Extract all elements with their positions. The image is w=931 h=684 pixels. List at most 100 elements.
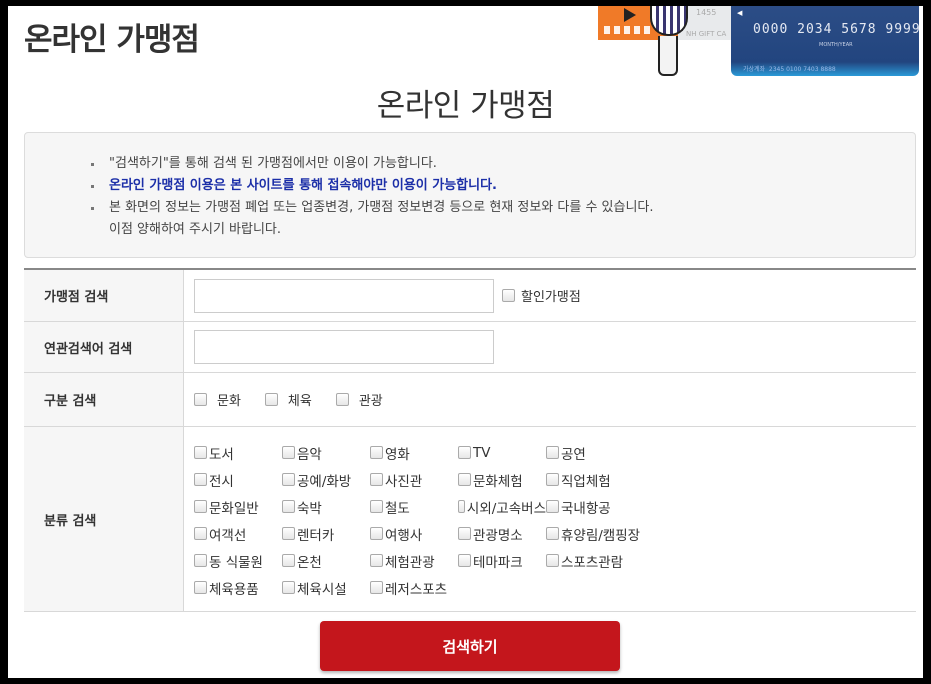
option-checkbox[interactable]: 관광 — [335, 390, 383, 409]
checkbox-icon[interactable] — [282, 446, 295, 459]
search-form: 가맹점 검색 할인가맹점 연관검색어 검색 구분 검색 문화 체육 관광 분류 검색… — [24, 268, 916, 612]
checkbox-icon[interactable] — [194, 500, 207, 513]
option-checkbox[interactable]: 여행사 — [370, 525, 458, 544]
option-checkbox[interactable]: 동 식물원 — [194, 552, 282, 571]
checkbox-icon[interactable] — [546, 554, 559, 567]
discount-merchant-checkbox[interactable]: 할인가맹점 — [502, 286, 581, 305]
option-checkbox[interactable]: 체험관광 — [370, 552, 458, 571]
merchant-search-input[interactable] — [194, 278, 494, 313]
option-checkbox[interactable]: 온천 — [282, 552, 370, 571]
discount-merchant-label: 할인가맹점 — [521, 290, 581, 305]
related-search-row: 연관검색어 검색 — [24, 322, 916, 373]
notice-box: "검색하기"를 통해 검색 된 가맹점에서만 이용이 가능합니다. 온라인 가맹점… — [24, 132, 916, 258]
option-checkbox[interactable]: 체육 — [264, 390, 312, 409]
option-checkbox[interactable]: 영화 — [370, 444, 458, 463]
checkbox-icon[interactable] — [282, 527, 295, 540]
bullet-icon — [91, 163, 94, 166]
option-label: 동 식물원 — [209, 554, 263, 571]
card-logo-icon: ◀ — [737, 9, 743, 17]
checkbox-icon[interactable] — [282, 473, 295, 486]
option-checkbox[interactable]: 스포츠관람 — [546, 552, 646, 571]
option-checkbox[interactable]: 문화일반 — [194, 498, 282, 517]
checkbox-icon[interactable] — [458, 500, 465, 513]
checkbox-icon[interactable] — [194, 473, 207, 486]
option-label: 국내항공 — [561, 500, 611, 517]
related-search-input[interactable] — [194, 330, 494, 364]
option-checkbox[interactable]: 철도 — [370, 498, 458, 517]
option-label: 문화 — [217, 394, 241, 409]
option-checkbox[interactable]: 휴양림/캠핑장 — [546, 525, 646, 544]
option-label: 스포츠관람 — [561, 554, 624, 571]
option-checkbox[interactable]: 전시 — [194, 471, 282, 490]
bullet-icon — [91, 185, 94, 188]
play-icon — [624, 8, 636, 22]
checkbox-icon[interactable] — [502, 289, 515, 302]
option-checkbox[interactable]: 음악 — [282, 444, 370, 463]
checkbox-icon[interactable] — [264, 393, 278, 406]
option-checkbox[interactable]: 테마파크 — [458, 552, 546, 571]
card-account: 가상계좌 2345 0100 7403 8888 — [743, 66, 836, 73]
option-checkbox[interactable]: 여객선 — [194, 525, 282, 544]
gift-card-top: 1455 — [696, 8, 717, 17]
checkbox-icon[interactable] — [546, 446, 559, 459]
option-checkbox[interactable]: 관광명소 — [458, 525, 546, 544]
checkbox-icon[interactable] — [546, 527, 559, 540]
option-label: 온천 — [297, 554, 322, 571]
option-label: 철도 — [385, 500, 410, 517]
merchant-search-label: 가맹점 검색 — [24, 270, 184, 321]
page-title: 온라인 가맹점 — [376, 88, 555, 124]
checkbox-icon[interactable] — [370, 581, 383, 594]
option-checkbox[interactable]: 도서 — [194, 444, 282, 463]
checkbox-icon[interactable] — [458, 527, 471, 540]
search-button[interactable]: 검색하기 — [320, 621, 620, 671]
option-checkbox[interactable]: 레저스포츠 — [370, 579, 458, 598]
checkbox-icon[interactable] — [458, 473, 471, 486]
option-label: 여행사 — [385, 527, 423, 544]
option-label: 공연 — [561, 446, 586, 463]
option-checkbox[interactable]: 숙박 — [282, 498, 370, 517]
checkbox-icon[interactable] — [370, 527, 383, 540]
option-checkbox[interactable]: 문화체험 — [458, 471, 546, 490]
option-label: 체육용품 — [209, 581, 259, 598]
checkbox-icon[interactable] — [335, 393, 349, 406]
option-label: 직업체험 — [561, 473, 611, 490]
option-checkbox[interactable]: 공연 — [546, 444, 646, 463]
option-label: 문화체험 — [473, 473, 523, 490]
option-checkbox[interactable]: 문화 — [194, 390, 241, 409]
checkbox-icon[interactable] — [458, 554, 471, 567]
checkbox-icon[interactable] — [546, 500, 559, 513]
option-checkbox[interactable]: 국내항공 — [546, 498, 646, 517]
checkbox-icon[interactable] — [370, 446, 383, 459]
checkbox-icon[interactable] — [194, 393, 207, 406]
option-checkbox[interactable]: 체육용품 — [194, 579, 282, 598]
option-checkbox[interactable]: TV — [458, 444, 546, 462]
checkbox-icon[interactable] — [194, 527, 207, 540]
checkbox-icon[interactable] — [282, 500, 295, 513]
option-checkbox[interactable]: 공예/화방 — [282, 471, 370, 490]
option-label: 숙박 — [297, 500, 322, 517]
checkbox-icon[interactable] — [282, 581, 295, 594]
bullet-icon — [91, 207, 94, 210]
checkbox-icon[interactable] — [370, 500, 383, 513]
checkbox-icon[interactable] — [194, 446, 207, 459]
checkbox-icon[interactable] — [194, 554, 207, 567]
option-checkbox[interactable]: 렌터카 — [282, 525, 370, 544]
checkbox-icon[interactable] — [194, 581, 207, 594]
merchant-search-row: 가맹점 검색 할인가맹점 — [24, 270, 916, 322]
option-label: 레저스포츠 — [385, 581, 448, 598]
option-checkbox[interactable]: 사진관 — [370, 471, 458, 490]
checkbox-icon[interactable] — [282, 554, 295, 567]
option-label: 체험관광 — [385, 554, 435, 571]
option-label: 관광 — [358, 394, 383, 409]
notice-item: "검색하기"를 통해 검색 된 가맹점에서만 이용이 가능합니다. — [91, 153, 654, 175]
notice-item: 본 화면의 정보는 가맹점 폐업 또는 업종변경, 가맹점 정보변경 등으로 현… — [91, 197, 654, 241]
option-label: 전시 — [209, 473, 234, 490]
checkbox-icon[interactable] — [370, 473, 383, 486]
option-checkbox[interactable]: 직업체험 — [546, 471, 646, 490]
checkbox-icon[interactable] — [370, 554, 383, 567]
gift-card-text: NH GIFT CA — [686, 30, 727, 38]
checkbox-icon[interactable] — [546, 473, 559, 486]
option-checkbox[interactable]: 시외/고속버스 — [458, 498, 546, 517]
option-checkbox[interactable]: 체육시설 — [282, 579, 370, 598]
checkbox-icon[interactable] — [458, 446, 471, 459]
